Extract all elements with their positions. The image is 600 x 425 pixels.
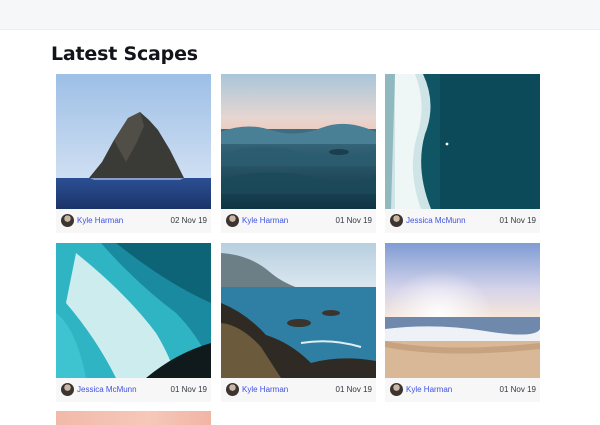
photo-thumbnail[interactable] bbox=[56, 411, 211, 425]
author-avatar[interactable] bbox=[226, 383, 239, 396]
post-date: 02 Nov 19 bbox=[170, 216, 207, 225]
post-date: 01 Nov 19 bbox=[499, 385, 536, 394]
photo-thumbnail[interactable] bbox=[221, 243, 376, 378]
photo-card[interactable]: Kyle Harman 01 Nov 19 bbox=[221, 74, 376, 234]
photo-card[interactable]: Kyle Harman 01 Nov 19 bbox=[385, 243, 540, 403]
photo-card[interactable] bbox=[56, 411, 211, 425]
card-meta: Kyle Harman 01 Nov 19 bbox=[221, 378, 376, 402]
author-link[interactable]: Jessica McMunn bbox=[77, 385, 137, 394]
author-avatar[interactable] bbox=[390, 383, 403, 396]
card-meta: Kyle Harman 02 Nov 19 bbox=[56, 209, 211, 233]
author-avatar[interactable] bbox=[226, 214, 239, 227]
top-bar bbox=[0, 0, 600, 30]
author-avatar[interactable] bbox=[61, 214, 74, 227]
card-meta: Jessica McMunn 01 Nov 19 bbox=[56, 378, 211, 402]
photo-thumbnail[interactable] bbox=[385, 74, 540, 209]
section-title: Latest Scapes bbox=[51, 43, 198, 65]
card-meta: Kyle Harman 01 Nov 19 bbox=[221, 209, 376, 233]
photo-card[interactable]: Jessica McMunn 01 Nov 19 bbox=[385, 74, 540, 234]
post-date: 01 Nov 19 bbox=[170, 385, 207, 394]
author-link[interactable]: Jessica McMunn bbox=[406, 216, 466, 225]
photo-thumbnail[interactable] bbox=[221, 74, 376, 209]
author-link[interactable]: Kyle Harman bbox=[242, 385, 288, 394]
photo-card[interactable]: Kyle Harman 01 Nov 19 bbox=[221, 243, 376, 403]
photo-card[interactable]: Kyle Harman 02 Nov 19 bbox=[56, 74, 211, 234]
author-avatar[interactable] bbox=[61, 383, 74, 396]
photo-thumbnail[interactable] bbox=[56, 74, 211, 209]
photo-card[interactable]: Jessica McMunn 01 Nov 19 bbox=[56, 243, 211, 403]
author-avatar[interactable] bbox=[390, 214, 403, 227]
card-meta: Kyle Harman 01 Nov 19 bbox=[385, 378, 540, 402]
post-date: 01 Nov 19 bbox=[335, 385, 372, 394]
photo-thumbnail[interactable] bbox=[56, 243, 211, 378]
author-link[interactable]: Kyle Harman bbox=[406, 385, 452, 394]
author-link[interactable]: Kyle Harman bbox=[77, 216, 123, 225]
post-date: 01 Nov 19 bbox=[335, 216, 372, 225]
photo-thumbnail[interactable] bbox=[385, 243, 540, 378]
author-link[interactable]: Kyle Harman bbox=[242, 216, 288, 225]
card-meta: Jessica McMunn 01 Nov 19 bbox=[385, 209, 540, 233]
post-date: 01 Nov 19 bbox=[499, 216, 536, 225]
